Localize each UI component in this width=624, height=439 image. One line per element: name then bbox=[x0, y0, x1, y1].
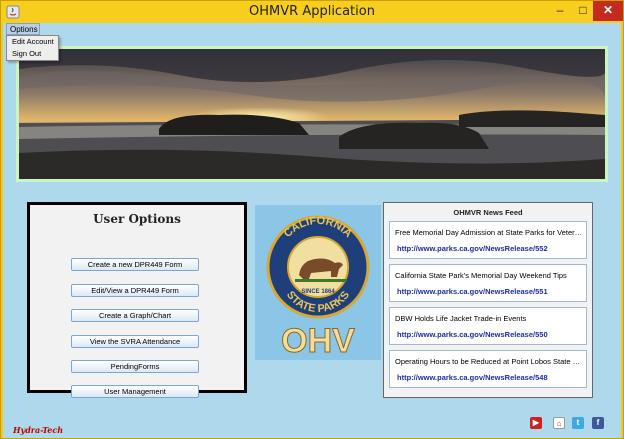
create-graph-button[interactable]: Create a Graph/Chart bbox=[71, 309, 199, 322]
news-link[interactable]: http://www.parks.ca.gov/NewsRelease/552 bbox=[397, 244, 548, 253]
news-item[interactable]: California State Park's Memorial Day Wee… bbox=[389, 264, 587, 302]
options-dropdown: Edit Account Sign Out bbox=[6, 35, 59, 61]
close-button[interactable]: ✕ bbox=[593, 1, 623, 21]
menu-item-sign-out[interactable]: Sign Out bbox=[7, 48, 58, 60]
news-feed-panel: OHMVR News Feed Free Memorial Day Admiss… bbox=[383, 202, 593, 398]
ohv-brand-text: OHV bbox=[281, 322, 355, 360]
news-headline: DBW Holds Life Jacket Trade-in Events bbox=[395, 314, 527, 323]
news-item[interactable]: DBW Holds Life Jacket Trade-in Events ht… bbox=[389, 307, 587, 345]
news-headline: California State Park's Memorial Day Wee… bbox=[395, 271, 567, 280]
menu-bar: Options bbox=[3, 23, 621, 35]
news-link[interactable]: http://www.parks.ca.gov/NewsRelease/550 bbox=[397, 330, 548, 339]
create-dpr449-button[interactable]: Create a new DPR449 Form bbox=[71, 258, 199, 271]
maximize-button[interactable]: □ bbox=[573, 1, 593, 21]
twitter-icon[interactable]: t bbox=[572, 417, 584, 429]
sunset-banner bbox=[16, 46, 608, 182]
window-title: OHMVR Application bbox=[249, 4, 375, 19]
logo-since-text: SINCE 1864 bbox=[301, 289, 335, 295]
news-feed-title: OHMVR News Feed bbox=[453, 208, 523, 217]
news-headline: Operating Hours to be Reduced at Point L… bbox=[395, 357, 583, 366]
pending-forms-button[interactable]: PendingForms bbox=[71, 360, 199, 373]
news-headline: Free Memorial Day Admission at State Par… bbox=[395, 228, 583, 237]
user-options-panel: User Options Create a new DPR449 Form Ed… bbox=[27, 202, 247, 398]
news-link[interactable]: http://www.parks.ca.gov/NewsRelease/548 bbox=[397, 373, 548, 382]
edit-view-dpr449-button[interactable]: Edit/View a DPR449 Form bbox=[71, 284, 199, 297]
state-parks-logo-panel: CALIFORNIA STATE PARKS SINCE 1864 OHV bbox=[255, 205, 381, 361]
options-menu[interactable]: Options bbox=[6, 23, 40, 35]
title-bar[interactable]: OHMVR Application – □ ✕ bbox=[1, 1, 623, 23]
minimize-button[interactable]: – bbox=[549, 1, 571, 21]
youtube-icon[interactable]: ▶ bbox=[530, 417, 542, 429]
user-options-title: User Options bbox=[93, 212, 181, 226]
news-item[interactable]: Free Memorial Day Admission at State Par… bbox=[389, 221, 587, 259]
user-management-button[interactable]: User Management bbox=[71, 385, 199, 398]
home-icon[interactable]: ⌂ bbox=[553, 417, 565, 429]
hydra-tech-brand: Hydra-Tech bbox=[13, 425, 64, 435]
sunset-image bbox=[19, 49, 605, 179]
main-content: Options Edit Account Sign Out User Optio… bbox=[3, 23, 621, 438]
facebook-icon[interactable]: f bbox=[592, 417, 604, 429]
california-state-parks-ohv-logo: CALIFORNIA STATE PARKS SINCE 1864 OHV bbox=[266, 215, 370, 361]
news-item[interactable]: Operating Hours to be Reduced at Point L… bbox=[389, 350, 587, 388]
news-link[interactable]: http://www.parks.ca.gov/NewsRelease/551 bbox=[397, 287, 548, 296]
view-svra-attendance-button[interactable]: View the SVRA Attendance bbox=[71, 335, 199, 348]
app-window: OHMVR Application – □ ✕ Options Edit Acc… bbox=[0, 0, 624, 439]
menu-item-edit-account[interactable]: Edit Account bbox=[7, 36, 58, 48]
